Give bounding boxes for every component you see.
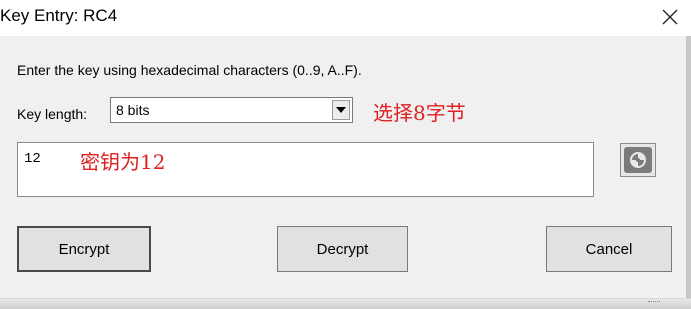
close-button[interactable]	[648, 0, 691, 34]
key-length-label: Key length:	[17, 106, 88, 122]
window-title: Key Entry: RC4	[0, 6, 118, 25]
key-annotation: 密钥为12	[80, 150, 166, 174]
key-length-select[interactable]: 8 bits	[110, 97, 353, 123]
encrypt-button[interactable]: Encrypt	[17, 226, 151, 272]
title-bar: Key Entry: RC4	[0, 0, 691, 36]
instructions-text: Enter the key using hexadecimal characte…	[17, 62, 362, 78]
key-length-value: 8 bits	[116, 102, 150, 118]
close-icon	[662, 9, 677, 25]
tool-button[interactable]	[620, 143, 656, 177]
cancel-button[interactable]: Cancel	[546, 226, 672, 272]
select-annotation: 选择8字节	[373, 101, 466, 125]
window-edge	[686, 36, 691, 300]
background-window-edge	[0, 298, 691, 309]
wheel-icon	[630, 152, 646, 168]
key-input-value: 12	[24, 151, 41, 167]
chevron-down-icon	[336, 107, 346, 113]
dropdown-button[interactable]	[332, 100, 350, 120]
decrypt-button[interactable]: Decrypt	[277, 226, 408, 272]
